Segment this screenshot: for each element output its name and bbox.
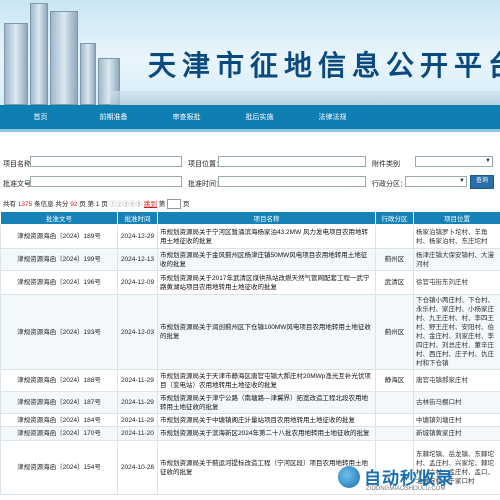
chevron-down-icon: ▼ bbox=[459, 178, 465, 184]
site-title: 天津市征地信息公开平台 bbox=[148, 49, 500, 82]
cell-location: 古林街马棚口村 bbox=[413, 391, 500, 414]
approval-time-input[interactable] bbox=[218, 176, 366, 187]
cell-doc: 津规资源海函〔2024〕187号 bbox=[0, 391, 118, 414]
cell-district: 武清区 bbox=[375, 270, 414, 295]
table-row[interactable]: 津规资源海函〔2024〕189号 2024-12-29 市规划资源局关于宁河区暂… bbox=[0, 224, 500, 249]
building-image bbox=[50, 11, 78, 105]
cell-date: 2024-12-29 bbox=[117, 224, 158, 249]
cell-name[interactable]: 市规划资源局关于中塘镇阁庄计量站项目农用地转用土地征收的批复 bbox=[157, 413, 376, 427]
nav-home[interactable]: 首页 bbox=[4, 112, 77, 122]
cell-date: 2024-12-03 bbox=[117, 294, 158, 370]
cell-date: 2024-11-29 bbox=[117, 369, 158, 392]
approval-doc-input[interactable] bbox=[30, 176, 182, 187]
page-count: 92 bbox=[70, 201, 78, 208]
cell-name[interactable]: 市规划资源局关于宁河区暂涌滨海杨家泊43.2MW 风力发电项目农用地转用土地征收… bbox=[157, 224, 376, 249]
cell-district bbox=[375, 426, 414, 441]
header-banner: 天津市征地信息公开平台 bbox=[0, 0, 500, 105]
table-row[interactable]: 津规资源海函〔2024〕184号 2024-11-29 市规划资源局关于中塘镇阁… bbox=[0, 413, 500, 427]
cell-name[interactable]: 市规划资源局关于润创蓟州区下仓镇100MW风电项目农用地转用土地征收的批复 bbox=[157, 294, 376, 370]
pager-text: 条信息 共分 bbox=[34, 201, 69, 208]
goto-link[interactable]: 跳到 bbox=[144, 201, 157, 208]
cell-location: 杨津庄镇大保安镇村、大漫河村 bbox=[413, 248, 500, 271]
cell-date: 2024-11-20 bbox=[117, 426, 158, 441]
cell-doc: 津规资源海函〔2024〕170号 bbox=[0, 426, 118, 441]
col-header-name: 项目名称 bbox=[157, 211, 376, 225]
cell-district: 静海区 bbox=[375, 369, 414, 392]
cell-date: 2024-10-28 bbox=[117, 440, 158, 495]
col-header-location: 项目位置 bbox=[413, 211, 500, 225]
page-nav-links[interactable]: ①②③④⑤ bbox=[110, 201, 143, 208]
total-count: 1375 bbox=[17, 201, 33, 208]
pager-text: 第 bbox=[158, 201, 166, 208]
goto-page-input[interactable] bbox=[167, 199, 182, 210]
pager-text: 页 第 bbox=[79, 201, 95, 208]
search-button[interactable]: 查询 bbox=[470, 175, 494, 189]
table-header-row: 批准文号 批准时间 项目名称 行政分区 项目位置 bbox=[0, 211, 500, 225]
cell-location: 徐官屯街东刘庄村 bbox=[413, 270, 500, 295]
item-name-input[interactable] bbox=[30, 156, 182, 167]
cell-name[interactable]: 市规划资源局关于津宁公路（南塘路—津冀界）拓宽改造工程北段农用地转用土地征收的批… bbox=[157, 391, 376, 414]
nav-implementation[interactable]: 批后实施 bbox=[223, 112, 296, 122]
pager-text: 页 bbox=[182, 201, 190, 208]
watermark-sub: ZIDONGMIAOSHOULU.COM bbox=[366, 486, 446, 492]
nav-divider bbox=[0, 129, 500, 132]
cell-doc: 津规资源海函〔2024〕196号 bbox=[0, 270, 118, 295]
pager-text: 页 bbox=[101, 201, 108, 208]
attachment-type-label: 附件类别 bbox=[372, 161, 400, 168]
cell-district bbox=[375, 391, 414, 414]
table-row[interactable]: 津规资源海函〔2024〕170号 2024-11-20 市规划资源局关于滨海新区… bbox=[0, 426, 500, 441]
cell-location: 中塘镇刘塘庄村 bbox=[413, 413, 500, 427]
results-table: 批准文号 批准时间 项目名称 行政分区 项目位置 津规资源海函〔2024〕189… bbox=[0, 211, 500, 495]
attachment-type-select[interactable]: ▼ bbox=[415, 156, 493, 167]
district-label: 行政分区： bbox=[372, 181, 407, 188]
cell-doc: 津规资源海函〔2024〕189号 bbox=[0, 224, 118, 249]
col-header-doc: 批准文号 bbox=[0, 211, 118, 225]
brand-logo-icon bbox=[338, 466, 360, 488]
table-row[interactable]: 津规资源海函〔2024〕199号 2024-12-13 市规划资源局关于金风蓟州… bbox=[0, 248, 500, 271]
cell-date: 2024-11-29 bbox=[117, 413, 158, 427]
cell-location: 新城镇黄家庄村 bbox=[413, 426, 500, 441]
table-row[interactable]: 津规资源海函〔2024〕187号 2024-11-29 市规划资源局关于津宁公路… bbox=[0, 391, 500, 414]
cell-location: 唐官屯镇郝家庄村 bbox=[413, 369, 500, 392]
item-location-input[interactable] bbox=[218, 156, 366, 167]
col-header-date: 批准时间 bbox=[117, 211, 158, 225]
cell-date: 2024-12-09 bbox=[117, 270, 158, 295]
cell-location: 下仓镇小两庄村、下仓村、永乐村、家庄村、小杨家庄村、九王庄村、村、李四王村、野王… bbox=[413, 294, 500, 370]
watermark: 自动秒收录 ZIDONGMIAOSHOULU.COM bbox=[338, 462, 498, 498]
city-skyline bbox=[110, 91, 500, 105]
cell-doc: 津规资源海函〔2024〕184号 bbox=[0, 413, 118, 427]
cell-location: 杨家泊镇罗卜坨村、羊角村、杨家泊村、东庄坨村 bbox=[413, 224, 500, 249]
current-page: 1 bbox=[95, 201, 100, 208]
pagination-bar: 共有 1375 条信息 共分 92 页 第 1 页 ①②③④⑤ 跳到 第 页 bbox=[3, 198, 190, 210]
cell-doc: 津规资源海函〔2024〕199号 bbox=[0, 248, 118, 271]
building-image bbox=[80, 43, 96, 105]
main-nav: 首页 前期准备 审查报批 批后实施 法律法规 bbox=[0, 105, 500, 129]
pager-text: 共有 bbox=[3, 201, 16, 208]
table-row[interactable]: 津规资源海函〔2024〕196号 2024-12-09 市规划资源局关于2017… bbox=[0, 270, 500, 295]
building-image bbox=[30, 3, 48, 105]
chevron-down-icon: ▼ bbox=[485, 158, 491, 164]
cell-doc: 津规资源海函〔2024〕193号 bbox=[0, 294, 118, 370]
cell-district bbox=[375, 413, 414, 427]
cell-district: 蓟州区 bbox=[375, 248, 414, 271]
table-row[interactable]: 津规资源海函〔2024〕188号 2024-11-29 市规划资源局关于天津市静… bbox=[0, 369, 500, 392]
cell-name[interactable]: 市规划资源局关于金风蓟州区杨津庄镇50MW风电项目农用地转用土地征收的批复 bbox=[157, 248, 376, 271]
nav-laws[interactable]: 法律法规 bbox=[296, 112, 369, 122]
district-select[interactable]: ▼ bbox=[405, 176, 467, 187]
nav-review[interactable]: 审查报批 bbox=[150, 112, 223, 122]
cell-name[interactable]: 市规划资源局关于天津市静海区唐官屯镇大郝庄村20MWp渔光互补光伏项目（变电站）… bbox=[157, 369, 376, 392]
cell-doc: 津规资源海函〔2024〕188号 bbox=[0, 369, 118, 392]
cell-date: 2024-11-29 bbox=[117, 391, 158, 414]
table-row[interactable]: 津规资源海函〔2024〕193号 2024-12-03 市规划资源局关于润创蓟州… bbox=[0, 294, 500, 370]
cell-date: 2024-12-13 bbox=[117, 248, 158, 271]
col-header-district: 行政分区 bbox=[375, 211, 414, 225]
cell-district bbox=[375, 224, 414, 249]
building-image bbox=[4, 23, 28, 105]
cell-doc: 津规资源海函〔2024〕154号 bbox=[0, 440, 118, 495]
cell-name[interactable]: 市规划资源局关于滨海新区2024年第二十八批农用地转用土地征收的批复 bbox=[157, 426, 376, 441]
nav-preparation[interactable]: 前期准备 bbox=[77, 112, 150, 122]
cell-name[interactable]: 市规划资源局关于2017年武清区煤供热站改燃天然气管网配套工程一武宁路黄湖站项目… bbox=[157, 270, 376, 295]
cell-district: 蓟州区 bbox=[375, 294, 414, 370]
